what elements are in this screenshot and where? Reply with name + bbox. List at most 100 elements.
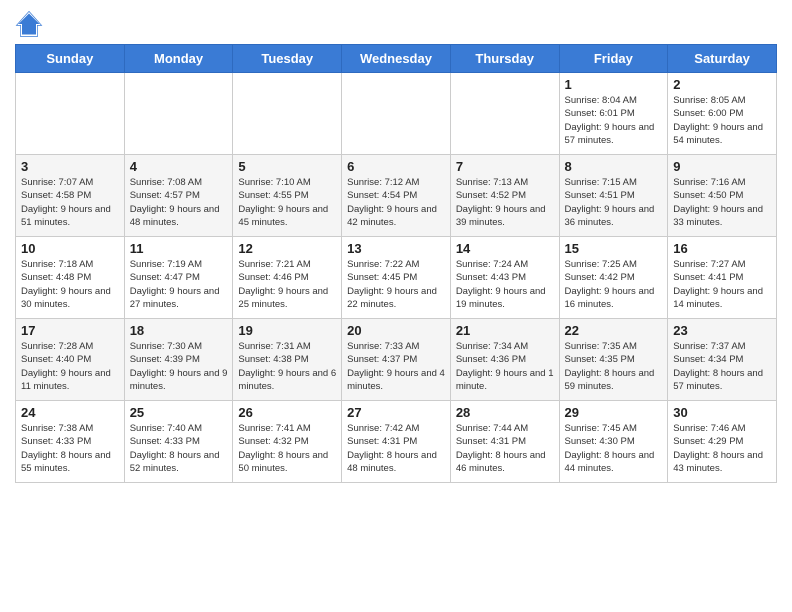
calendar-cell <box>233 73 342 155</box>
day-info: Sunrise: 8:05 AM Sunset: 6:00 PM Dayligh… <box>673 94 771 147</box>
day-number: 15 <box>565 241 663 256</box>
calendar-header: SundayMondayTuesdayWednesdayThursdayFrid… <box>16 45 777 73</box>
day-number: 20 <box>347 323 445 338</box>
day-number: 14 <box>456 241 554 256</box>
calendar-cell: 19 Sunrise: 7:31 AM Sunset: 4:38 PM Dayli… <box>233 319 342 401</box>
day-number: 10 <box>21 241 119 256</box>
day-info: Sunrise: 7:13 AM Sunset: 4:52 PM Dayligh… <box>456 176 554 229</box>
calendar-week-row: 3 Sunrise: 7:07 AM Sunset: 4:58 PM Daylig… <box>16 155 777 237</box>
day-number: 8 <box>565 159 663 174</box>
day-info: Sunrise: 7:28 AM Sunset: 4:40 PM Dayligh… <box>21 340 119 393</box>
calendar-cell: 30 Sunrise: 7:46 AM Sunset: 4:29 PM Dayli… <box>668 401 777 483</box>
calendar-cell <box>124 73 233 155</box>
calendar-cell: 9 Sunrise: 7:16 AM Sunset: 4:50 PM Daylig… <box>668 155 777 237</box>
day-number: 27 <box>347 405 445 420</box>
day-number: 21 <box>456 323 554 338</box>
weekday-header: Monday <box>124 45 233 73</box>
day-number: 1 <box>565 77 663 92</box>
day-info: Sunrise: 7:30 AM Sunset: 4:39 PM Dayligh… <box>130 340 228 393</box>
header <box>15 10 777 38</box>
day-info: Sunrise: 7:35 AM Sunset: 4:35 PM Dayligh… <box>565 340 663 393</box>
day-info: Sunrise: 7:27 AM Sunset: 4:41 PM Dayligh… <box>673 258 771 311</box>
day-number: 18 <box>130 323 228 338</box>
calendar-cell: 5 Sunrise: 7:10 AM Sunset: 4:55 PM Daylig… <box>233 155 342 237</box>
day-info: Sunrise: 7:07 AM Sunset: 4:58 PM Dayligh… <box>21 176 119 229</box>
day-info: Sunrise: 7:19 AM Sunset: 4:47 PM Dayligh… <box>130 258 228 311</box>
weekday-header: Tuesday <box>233 45 342 73</box>
day-info: Sunrise: 7:22 AM Sunset: 4:45 PM Dayligh… <box>347 258 445 311</box>
day-number: 11 <box>130 241 228 256</box>
calendar-week-row: 17 Sunrise: 7:28 AM Sunset: 4:40 PM Dayli… <box>16 319 777 401</box>
day-info: Sunrise: 7:42 AM Sunset: 4:31 PM Dayligh… <box>347 422 445 475</box>
day-number: 9 <box>673 159 771 174</box>
calendar-table: SundayMondayTuesdayWednesdayThursdayFrid… <box>15 44 777 483</box>
calendar-cell: 18 Sunrise: 7:30 AM Sunset: 4:39 PM Dayli… <box>124 319 233 401</box>
calendar-cell: 10 Sunrise: 7:18 AM Sunset: 4:48 PM Dayli… <box>16 237 125 319</box>
calendar-cell <box>450 73 559 155</box>
calendar-cell: 6 Sunrise: 7:12 AM Sunset: 4:54 PM Daylig… <box>342 155 451 237</box>
day-number: 4 <box>130 159 228 174</box>
day-info: Sunrise: 7:33 AM Sunset: 4:37 PM Dayligh… <box>347 340 445 393</box>
calendar-cell: 21 Sunrise: 7:34 AM Sunset: 4:36 PM Dayli… <box>450 319 559 401</box>
calendar-cell: 26Sunrise: 7:41 AM Sunset: 4:32 PM Dayli… <box>233 401 342 483</box>
calendar-cell: 2 Sunrise: 8:05 AM Sunset: 6:00 PM Daylig… <box>668 73 777 155</box>
day-info: Sunrise: 7:15 AM Sunset: 4:51 PM Dayligh… <box>565 176 663 229</box>
calendar-cell: 7Sunrise: 7:13 AM Sunset: 4:52 PM Daylig… <box>450 155 559 237</box>
day-number: 29 <box>565 405 663 420</box>
weekday-header: Wednesday <box>342 45 451 73</box>
calendar-cell: 16 Sunrise: 7:27 AM Sunset: 4:41 PM Dayli… <box>668 237 777 319</box>
weekday-header: Friday <box>559 45 668 73</box>
calendar-cell <box>16 73 125 155</box>
calendar-cell: 11 Sunrise: 7:19 AM Sunset: 4:47 PM Dayli… <box>124 237 233 319</box>
day-number: 25 <box>130 405 228 420</box>
calendar-cell: 25 Sunrise: 7:40 AM Sunset: 4:33 PM Dayli… <box>124 401 233 483</box>
day-info: Sunrise: 7:18 AM Sunset: 4:48 PM Dayligh… <box>21 258 119 311</box>
calendar-cell: 3 Sunrise: 7:07 AM Sunset: 4:58 PM Daylig… <box>16 155 125 237</box>
day-number: 30 <box>673 405 771 420</box>
day-info: Sunrise: 7:38 AM Sunset: 4:33 PM Dayligh… <box>21 422 119 475</box>
day-number: 2 <box>673 77 771 92</box>
day-info: Sunrise: 7:12 AM Sunset: 4:54 PM Dayligh… <box>347 176 445 229</box>
day-number: 16 <box>673 241 771 256</box>
day-number: 26 <box>238 405 336 420</box>
day-number: 28 <box>456 405 554 420</box>
day-info: Sunrise: 7:10 AM Sunset: 4:55 PM Dayligh… <box>238 176 336 229</box>
calendar-cell: 29Sunrise: 7:45 AM Sunset: 4:30 PM Dayli… <box>559 401 668 483</box>
day-number: 19 <box>238 323 336 338</box>
day-number: 3 <box>21 159 119 174</box>
day-info: Sunrise: 7:46 AM Sunset: 4:29 PM Dayligh… <box>673 422 771 475</box>
calendar-cell: 20 Sunrise: 7:33 AM Sunset: 4:37 PM Dayli… <box>342 319 451 401</box>
calendar-cell: 24Sunrise: 7:38 AM Sunset: 4:33 PM Dayli… <box>16 401 125 483</box>
calendar-cell: 8 Sunrise: 7:15 AM Sunset: 4:51 PM Daylig… <box>559 155 668 237</box>
day-info: Sunrise: 7:08 AM Sunset: 4:57 PM Dayligh… <box>130 176 228 229</box>
calendar-cell: 17 Sunrise: 7:28 AM Sunset: 4:40 PM Dayli… <box>16 319 125 401</box>
calendar-cell: 1Sunrise: 8:04 AM Sunset: 6:01 PM Daylig… <box>559 73 668 155</box>
weekday-header: Saturday <box>668 45 777 73</box>
day-info: Sunrise: 7:37 AM Sunset: 4:34 PM Dayligh… <box>673 340 771 393</box>
day-info: Sunrise: 7:21 AM Sunset: 4:46 PM Dayligh… <box>238 258 336 311</box>
day-info: Sunrise: 7:40 AM Sunset: 4:33 PM Dayligh… <box>130 422 228 475</box>
day-info: Sunrise: 7:24 AM Sunset: 4:43 PM Dayligh… <box>456 258 554 311</box>
day-number: 12 <box>238 241 336 256</box>
day-number: 5 <box>238 159 336 174</box>
weekday-header: Thursday <box>450 45 559 73</box>
day-info: Sunrise: 7:44 AM Sunset: 4:31 PM Dayligh… <box>456 422 554 475</box>
day-info: Sunrise: 7:34 AM Sunset: 4:36 PM Dayligh… <box>456 340 554 393</box>
calendar-week-row: 24Sunrise: 7:38 AM Sunset: 4:33 PM Dayli… <box>16 401 777 483</box>
calendar-cell: 28 Sunrise: 7:44 AM Sunset: 4:31 PM Dayli… <box>450 401 559 483</box>
calendar-cell: 13Sunrise: 7:22 AM Sunset: 4:45 PM Dayli… <box>342 237 451 319</box>
day-info: Sunrise: 7:16 AM Sunset: 4:50 PM Dayligh… <box>673 176 771 229</box>
calendar-cell <box>342 73 451 155</box>
calendar-week-row: 1Sunrise: 8:04 AM Sunset: 6:01 PM Daylig… <box>16 73 777 155</box>
logo-icon <box>15 10 43 38</box>
calendar-body: 1Sunrise: 8:04 AM Sunset: 6:01 PM Daylig… <box>16 73 777 483</box>
day-number: 6 <box>347 159 445 174</box>
calendar-cell: 27 Sunrise: 7:42 AM Sunset: 4:31 PM Dayli… <box>342 401 451 483</box>
day-info: Sunrise: 7:25 AM Sunset: 4:42 PM Dayligh… <box>565 258 663 311</box>
calendar-cell: 12 Sunrise: 7:21 AM Sunset: 4:46 PM Dayli… <box>233 237 342 319</box>
weekday-header: Sunday <box>16 45 125 73</box>
day-info: Sunrise: 7:31 AM Sunset: 4:38 PM Dayligh… <box>238 340 336 393</box>
calendar-cell: 15 Sunrise: 7:25 AM Sunset: 4:42 PM Dayli… <box>559 237 668 319</box>
day-number: 17 <box>21 323 119 338</box>
calendar-cell: 4 Sunrise: 7:08 AM Sunset: 4:57 PM Daylig… <box>124 155 233 237</box>
